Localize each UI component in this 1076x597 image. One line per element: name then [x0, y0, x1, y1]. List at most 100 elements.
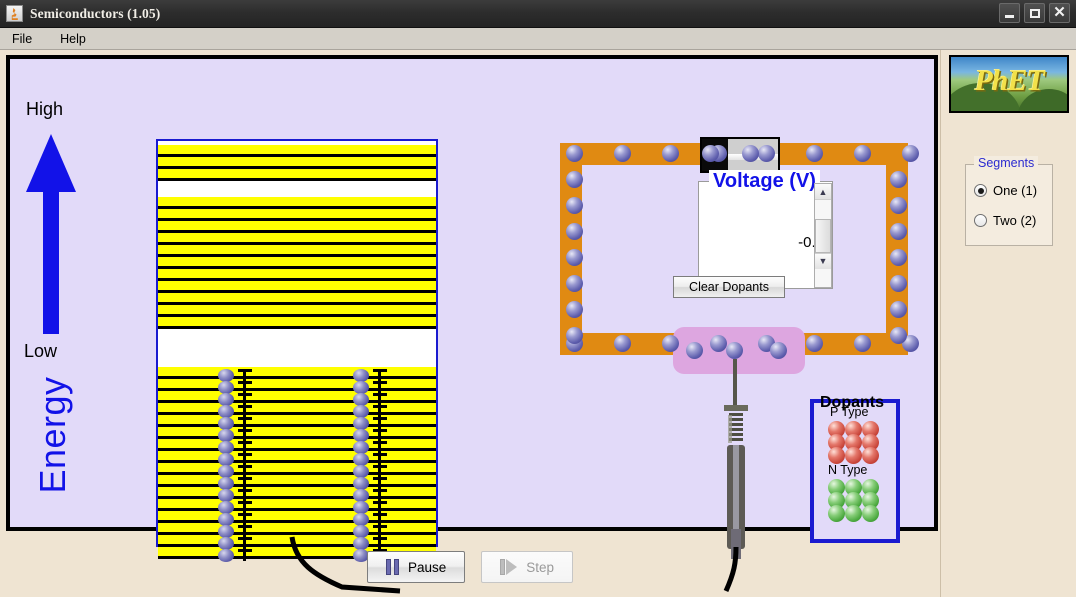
energy-level-line	[158, 178, 436, 181]
voltage-panel[interactable]: Voltage (V) -0.6 ▲ ▼	[698, 170, 833, 289]
circuit-electron	[566, 275, 583, 292]
clear-dopants-button[interactable]: Clear Dopants	[673, 276, 785, 298]
energy-level-line	[158, 436, 436, 439]
menu-bar: File Help	[0, 28, 1076, 50]
energy-band-diagram[interactable]	[156, 139, 438, 562]
p-type-dopant-grid[interactable]	[828, 421, 879, 464]
close-icon[interactable]: ✕	[1049, 3, 1070, 23]
energy-band	[158, 145, 436, 181]
segments-option-one[interactable]: One (1)	[974, 183, 1037, 198]
radio-two-icon[interactable]	[974, 214, 987, 227]
energy-level-line	[158, 266, 436, 269]
energy-level-line	[158, 448, 436, 451]
circuit-electron	[566, 145, 583, 162]
simulation-canvas[interactable]: High Low Energy Voltage (V) -0.6 ▲ ▼ Cle…	[6, 55, 938, 594]
electron-column	[218, 369, 234, 502]
p-type-dopant[interactable]	[828, 447, 845, 464]
circuit-electron	[662, 335, 679, 352]
segments-option-two[interactable]: Two (2)	[974, 213, 1036, 228]
circuit-electron	[614, 335, 631, 352]
circuit-electron	[890, 301, 907, 318]
circuit-electron	[890, 171, 907, 188]
n-type-dopant-grid[interactable]	[828, 479, 879, 522]
dopants-panel[interactable]: Dopants P Type N Type	[810, 394, 900, 543]
n-type-dopant[interactable]	[845, 505, 862, 522]
energy-level-line	[158, 302, 436, 305]
circuit-electron	[890, 223, 907, 240]
energy-level-line	[158, 376, 436, 379]
pause-icon	[385, 559, 399, 575]
p-type-label: P Type	[830, 405, 869, 419]
energy-level-line	[158, 400, 436, 403]
menu-item-file[interactable]: File	[8, 30, 36, 48]
step-button[interactable]: Step	[481, 551, 574, 583]
energy-arrow-icon	[26, 134, 76, 334]
window-controls: ✕	[999, 3, 1070, 23]
n-type-label: N Type	[828, 463, 868, 477]
segments-option-one-label: One (1)	[993, 183, 1038, 198]
energy-level-line	[158, 230, 436, 233]
scroll-thumb[interactable]	[815, 218, 831, 253]
p-type-dopant[interactable]	[862, 447, 879, 464]
circuit-electron	[758, 145, 775, 162]
circuit-electron	[854, 335, 871, 352]
energy-axis-label: Energy	[32, 376, 73, 494]
scroll-track-upper[interactable]	[815, 200, 831, 219]
circuit-electron	[770, 342, 787, 359]
circuit-electron	[566, 171, 583, 188]
segments-panel: Segments One (1) Two (2)	[965, 156, 1053, 246]
state-tick-column	[373, 369, 387, 501]
voltmeter-probe[interactable]	[722, 359, 750, 559]
n-type-dopant[interactable]	[862, 505, 879, 522]
voltage-scrollbar[interactable]: ▲ ▼	[814, 183, 832, 288]
energy-level-line	[158, 290, 436, 293]
energy-level-line	[158, 484, 436, 487]
energy-level-line	[158, 218, 436, 221]
energy-low-label: Low	[24, 341, 58, 361]
energy-level-line	[158, 242, 436, 245]
scroll-down-icon[interactable]: ▼	[815, 252, 831, 269]
menu-item-help[interactable]: Help	[56, 30, 90, 48]
energy-band	[158, 197, 436, 329]
n-type-dopant[interactable]	[828, 505, 845, 522]
scroll-track-lower[interactable]	[815, 268, 831, 287]
pause-button[interactable]: Pause	[366, 551, 466, 583]
circuit-electron	[902, 145, 919, 162]
energy-level-line	[158, 412, 436, 415]
circuit-electron	[890, 249, 907, 266]
step-forward-icon	[500, 559, 518, 575]
circuit-electron	[806, 335, 823, 352]
circuit-electron	[890, 197, 907, 214]
energy-high-label: High	[26, 99, 64, 119]
energy-level-line	[158, 166, 436, 169]
voltage-panel-legend: Voltage (V)	[709, 170, 820, 193]
phet-logo-text: PhET	[974, 64, 1044, 97]
energy-level-line	[158, 520, 436, 523]
circuit-electron	[662, 145, 679, 162]
playback-controls: Pause Step	[0, 537, 940, 597]
energy-level-line	[158, 278, 436, 281]
radio-one-icon[interactable]	[974, 184, 987, 197]
circuit-electron	[806, 145, 823, 162]
circuit-electron	[566, 223, 583, 240]
energy-level-line	[158, 254, 436, 257]
scroll-up-icon[interactable]: ▲	[815, 184, 831, 200]
segments-legend: Segments	[974, 156, 1039, 170]
energy-level-line	[158, 460, 436, 463]
window-title: Semiconductors (1.05)	[30, 5, 161, 21]
pause-button-label: Pause	[407, 559, 447, 575]
step-button-label: Step	[526, 559, 555, 575]
circuit-electron	[566, 301, 583, 318]
p-type-dopant[interactable]	[845, 447, 862, 464]
energy-level-line	[158, 206, 436, 209]
energy-band	[158, 367, 436, 499]
maximize-icon[interactable]	[1024, 3, 1045, 23]
minimize-icon[interactable]	[999, 3, 1020, 23]
circuit-electron	[890, 327, 907, 344]
circuit-electron	[614, 145, 631, 162]
java-icon	[6, 5, 23, 22]
phet-logo: PhET	[949, 55, 1069, 113]
circuit-electron	[726, 342, 743, 359]
sidebar: PhET Segments One (1) Two (2)	[940, 50, 1076, 597]
title-bar: Semiconductors (1.05) ✕	[0, 0, 1076, 28]
